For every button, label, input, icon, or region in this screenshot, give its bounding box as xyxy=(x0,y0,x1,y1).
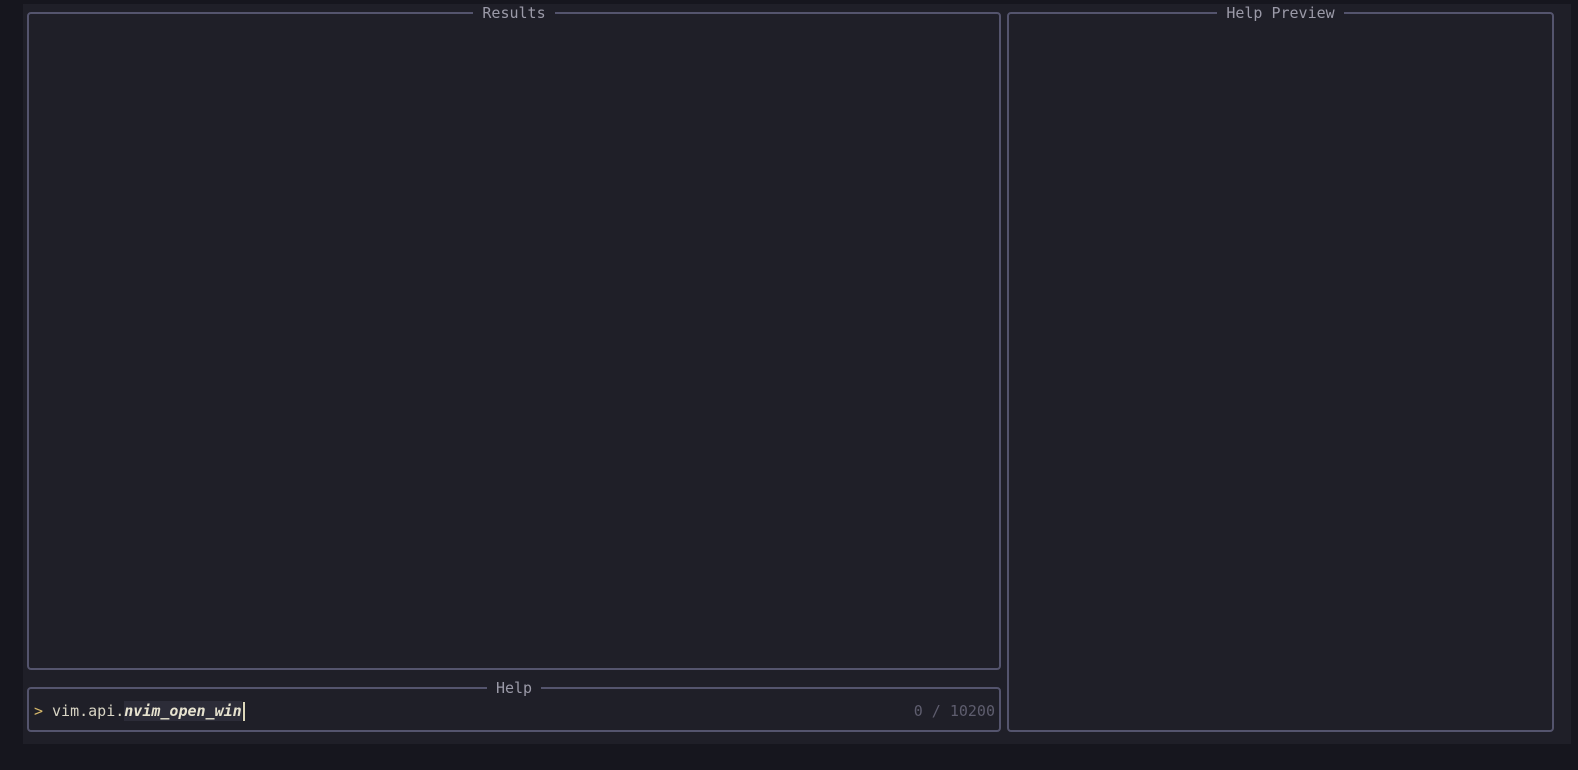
results-panel[interactable]: Results xyxy=(27,4,1001,670)
help-preview-panel[interactable]: Help Preview xyxy=(1007,4,1554,732)
query-text: vim.api. xyxy=(52,702,125,720)
text-cursor xyxy=(242,701,245,721)
result-counter: 0 / 10200 xyxy=(913,702,995,720)
prompt-panel[interactable]: Help > vim.api. nvim_open_win 0 / 10200 xyxy=(27,679,1001,732)
query-selected-text: nvim_open_win xyxy=(124,701,242,721)
prompt-prefix-icon: > xyxy=(34,702,44,720)
search-input[interactable]: > vim.api. nvim_open_win xyxy=(34,701,994,721)
